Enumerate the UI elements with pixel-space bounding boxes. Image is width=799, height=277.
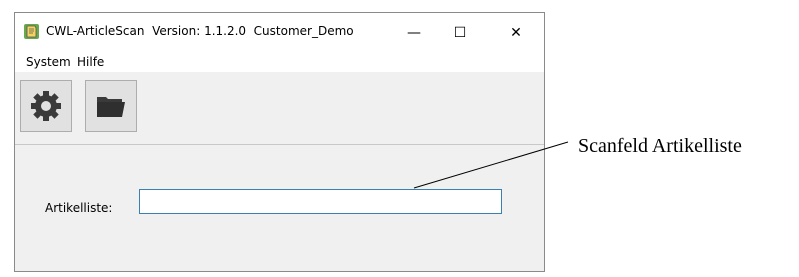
annotation-label: Scanfeld Artikelliste <box>578 135 742 157</box>
